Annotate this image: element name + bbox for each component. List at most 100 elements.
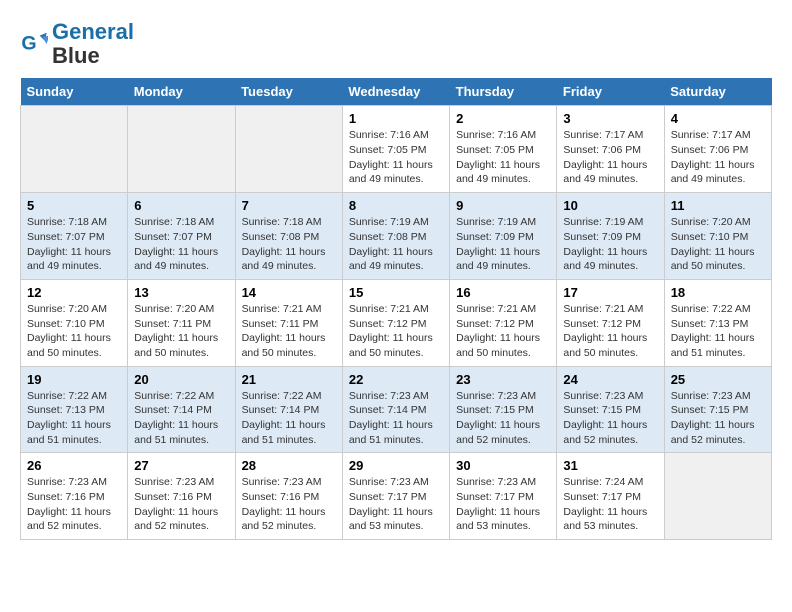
- calendar-cell: 12 Sunrise: 7:20 AMSunset: 7:10 PMDayligh…: [21, 279, 128, 366]
- week-row-4: 19Sunrise: 7:22 AMSunset: 7:13 PMDayligh…: [21, 366, 772, 453]
- calendar-cell: [664, 453, 771, 540]
- col-header-sunday: Sunday: [21, 78, 128, 106]
- col-header-monday: Monday: [128, 78, 235, 106]
- day-info: Sunrise: 7:21 AMSunset: 7:12 PMDaylight:…: [563, 302, 657, 361]
- calendar-cell: 29 Sunrise: 7:23 AMSunset: 7:17 PMDayligh…: [342, 453, 449, 540]
- day-number: 17: [563, 285, 657, 300]
- day-info: Sunrise: 7:20 AMSunset: 7:11 PMDaylight:…: [134, 302, 228, 361]
- logo-text: GeneralBlue: [52, 20, 134, 68]
- day-info: Sunrise: 7:23 AMSunset: 7:14 PMDaylight:…: [349, 389, 443, 448]
- day-number: 13: [134, 285, 228, 300]
- day-info: Sunrise: 7:22 AMSunset: 7:13 PMDaylight:…: [671, 302, 765, 361]
- day-number: 26: [27, 458, 121, 473]
- day-info: Sunrise: 7:19 AMSunset: 7:09 PMDaylight:…: [563, 215, 657, 274]
- calendar-cell: 28 Sunrise: 7:23 AMSunset: 7:16 PMDayligh…: [235, 453, 342, 540]
- calendar-cell: 24 Sunrise: 7:23 AMSunset: 7:15 PMDayligh…: [557, 366, 664, 453]
- calendar-cell: 2 Sunrise: 7:16 AMSunset: 7:05 PMDaylight…: [450, 106, 557, 193]
- day-number: 20: [134, 372, 228, 387]
- calendar-cell: 16Sunrise: 7:21 AMSunset: 7:12 PMDayligh…: [450, 279, 557, 366]
- calendar-cell: 9 Sunrise: 7:19 AMSunset: 7:09 PMDaylight…: [450, 193, 557, 280]
- day-number: 2: [456, 111, 550, 126]
- calendar-cell: 20 Sunrise: 7:22 AMSunset: 7:14 PMDayligh…: [128, 366, 235, 453]
- calendar-body: 1 Sunrise: 7:16 AMSunset: 7:05 PMDaylight…: [21, 106, 772, 540]
- day-info: Sunrise: 7:23 AMSunset: 7:15 PMDaylight:…: [456, 389, 550, 448]
- svg-text:G: G: [21, 33, 36, 55]
- day-info: Sunrise: 7:23 AMSunset: 7:16 PMDaylight:…: [27, 475, 121, 534]
- col-header-saturday: Saturday: [664, 78, 771, 106]
- day-info: Sunrise: 7:18 AMSunset: 7:08 PMDaylight:…: [242, 215, 336, 274]
- day-info: Sunrise: 7:22 AMSunset: 7:14 PMDaylight:…: [134, 389, 228, 448]
- day-info: Sunrise: 7:23 AMSunset: 7:16 PMDaylight:…: [242, 475, 336, 534]
- day-number: 21: [242, 372, 336, 387]
- calendar-cell: 11 Sunrise: 7:20 AMSunset: 7:10 PMDayligh…: [664, 193, 771, 280]
- day-info: Sunrise: 7:17 AMSunset: 7:06 PMDaylight:…: [563, 128, 657, 187]
- day-info: Sunrise: 7:20 AMSunset: 7:10 PMDaylight:…: [27, 302, 121, 361]
- calendar-cell: 6 Sunrise: 7:18 AMSunset: 7:07 PMDaylight…: [128, 193, 235, 280]
- calendar-cell: 22 Sunrise: 7:23 AMSunset: 7:14 PMDayligh…: [342, 366, 449, 453]
- week-row-5: 26 Sunrise: 7:23 AMSunset: 7:16 PMDayligh…: [21, 453, 772, 540]
- calendar-cell: 31Sunrise: 7:24 AMSunset: 7:17 PMDayligh…: [557, 453, 664, 540]
- day-number: 12: [27, 285, 121, 300]
- col-header-wednesday: Wednesday: [342, 78, 449, 106]
- day-info: Sunrise: 7:23 AMSunset: 7:15 PMDaylight:…: [563, 389, 657, 448]
- day-info: Sunrise: 7:19 AMSunset: 7:08 PMDaylight:…: [349, 215, 443, 274]
- day-info: Sunrise: 7:23 AMSunset: 7:16 PMDaylight:…: [134, 475, 228, 534]
- day-number: 28: [242, 458, 336, 473]
- day-number: 6: [134, 198, 228, 213]
- day-number: 22: [349, 372, 443, 387]
- day-number: 25: [671, 372, 765, 387]
- calendar-cell: 13 Sunrise: 7:20 AMSunset: 7:11 PMDayligh…: [128, 279, 235, 366]
- calendar-cell: 23Sunrise: 7:23 AMSunset: 7:15 PMDayligh…: [450, 366, 557, 453]
- calendar-cell: 18 Sunrise: 7:22 AMSunset: 7:13 PMDayligh…: [664, 279, 771, 366]
- calendar-cell: 4Sunrise: 7:17 AMSunset: 7:06 PMDaylight…: [664, 106, 771, 193]
- day-number: 7: [242, 198, 336, 213]
- calendar-cell: [235, 106, 342, 193]
- day-info: Sunrise: 7:23 AMSunset: 7:15 PMDaylight:…: [671, 389, 765, 448]
- day-number: 30: [456, 458, 550, 473]
- calendar-cell: 8 Sunrise: 7:19 AMSunset: 7:08 PMDaylight…: [342, 193, 449, 280]
- calendar-cell: [21, 106, 128, 193]
- day-info: Sunrise: 7:18 AMSunset: 7:07 PMDaylight:…: [27, 215, 121, 274]
- day-number: 15: [349, 285, 443, 300]
- col-header-friday: Friday: [557, 78, 664, 106]
- day-info: Sunrise: 7:18 AMSunset: 7:07 PMDaylight:…: [134, 215, 228, 274]
- day-number: 4: [671, 111, 765, 126]
- logo-icon: G: [20, 30, 48, 58]
- calendar-cell: 21Sunrise: 7:22 AMSunset: 7:14 PMDayligh…: [235, 366, 342, 453]
- day-number: 8: [349, 198, 443, 213]
- calendar-cell: 10Sunrise: 7:19 AMSunset: 7:09 PMDayligh…: [557, 193, 664, 280]
- day-number: 9: [456, 198, 550, 213]
- calendar-header: SundayMondayTuesdayWednesdayThursdayFrid…: [21, 78, 772, 106]
- calendar-cell: 19Sunrise: 7:22 AMSunset: 7:13 PMDayligh…: [21, 366, 128, 453]
- logo: G GeneralBlue: [20, 20, 134, 68]
- day-number: 5: [27, 198, 121, 213]
- day-info: Sunrise: 7:16 AMSunset: 7:05 PMDaylight:…: [456, 128, 550, 187]
- week-row-1: 1 Sunrise: 7:16 AMSunset: 7:05 PMDaylight…: [21, 106, 772, 193]
- day-info: Sunrise: 7:21 AMSunset: 7:11 PMDaylight:…: [242, 302, 336, 361]
- calendar-cell: 7 Sunrise: 7:18 AMSunset: 7:08 PMDaylight…: [235, 193, 342, 280]
- day-info: Sunrise: 7:22 AMSunset: 7:13 PMDaylight:…: [27, 389, 121, 448]
- day-number: 1: [349, 111, 443, 126]
- day-number: 16: [456, 285, 550, 300]
- day-info: Sunrise: 7:19 AMSunset: 7:09 PMDaylight:…: [456, 215, 550, 274]
- calendar-cell: 17 Sunrise: 7:21 AMSunset: 7:12 PMDayligh…: [557, 279, 664, 366]
- day-info: Sunrise: 7:16 AMSunset: 7:05 PMDaylight:…: [349, 128, 443, 187]
- day-info: Sunrise: 7:21 AMSunset: 7:12 PMDaylight:…: [349, 302, 443, 361]
- calendar-cell: 26 Sunrise: 7:23 AMSunset: 7:16 PMDayligh…: [21, 453, 128, 540]
- day-number: 11: [671, 198, 765, 213]
- calendar-table: SundayMondayTuesdayWednesdayThursdayFrid…: [20, 78, 772, 540]
- day-number: 24: [563, 372, 657, 387]
- day-number: 29: [349, 458, 443, 473]
- week-row-3: 12 Sunrise: 7:20 AMSunset: 7:10 PMDayligh…: [21, 279, 772, 366]
- week-row-2: 5 Sunrise: 7:18 AMSunset: 7:07 PMDaylight…: [21, 193, 772, 280]
- calendar-cell: 30Sunrise: 7:23 AMSunset: 7:17 PMDayligh…: [450, 453, 557, 540]
- calendar-cell: 14Sunrise: 7:21 AMSunset: 7:11 PMDayligh…: [235, 279, 342, 366]
- day-number: 3: [563, 111, 657, 126]
- calendar-cell: 15 Sunrise: 7:21 AMSunset: 7:12 PMDayligh…: [342, 279, 449, 366]
- day-number: 18: [671, 285, 765, 300]
- day-info: Sunrise: 7:20 AMSunset: 7:10 PMDaylight:…: [671, 215, 765, 274]
- page-header: G GeneralBlue: [20, 20, 772, 68]
- calendar-cell: 3 Sunrise: 7:17 AMSunset: 7:06 PMDaylight…: [557, 106, 664, 193]
- day-info: Sunrise: 7:23 AMSunset: 7:17 PMDaylight:…: [349, 475, 443, 534]
- calendar-cell: [128, 106, 235, 193]
